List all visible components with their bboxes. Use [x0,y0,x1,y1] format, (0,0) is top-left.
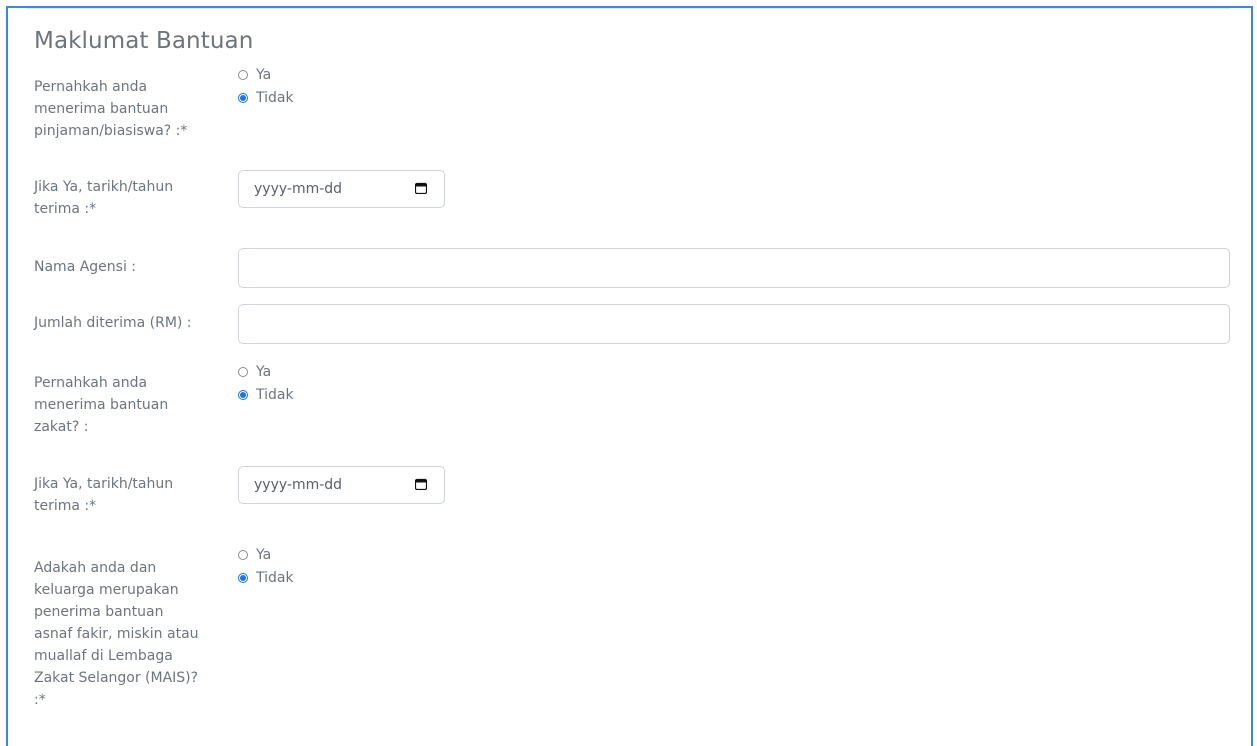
label-tarikh-2: Jika Ya, tarikh/tahun terima :* [34,476,174,514]
label-asnaf: Adakah anda dan keluarga merupakan pener… [34,560,199,708]
agensi-input[interactable] [238,248,1230,288]
date-input-2[interactable]: yyyy-mm-dd [238,466,445,504]
date-placeholder: yyyy-mm-dd [254,477,343,493]
radio-button-checked[interactable] [238,573,248,583]
label-pinjaman: Pernahkah anda menerima bantuan pinjaman… [34,79,188,139]
radio-button[interactable] [238,70,248,80]
radio-label: Tidak [256,90,294,106]
divider [26,8,1230,9]
radio-button[interactable] [238,550,248,560]
radio-button[interactable] [238,367,248,377]
radio-asnaf-ya[interactable]: Ya [238,547,294,563]
label-tarikh-1: Jika Ya, tarikh/tahun terima :* [34,179,174,217]
label-zakat: Pernahkah anda menerima bantuan zakat? : [34,375,169,435]
label-agensi: Nama Agensi : [34,259,137,275]
radio-asnaf-tidak[interactable]: Tidak [238,570,294,586]
radio-group-asnaf: Ya Tidak [238,547,294,593]
radio-button-checked[interactable] [238,93,248,103]
radio-label: Tidak [256,387,294,403]
calendar-icon[interactable] [415,182,427,194]
radio-pinjaman-tidak[interactable]: Tidak [238,90,294,106]
radio-label: Tidak [256,570,294,586]
date-placeholder: yyyy-mm-dd [254,181,343,197]
section-title: Maklumat Bantuan [34,28,254,54]
date-input-1[interactable]: yyyy-mm-dd [238,170,445,208]
radio-pinjaman-ya[interactable]: Ya [238,67,294,83]
radio-zakat-ya[interactable]: Ya [238,364,294,380]
radio-group-zakat: Ya Tidak [238,364,294,410]
label-jumlah: Jumlah diterima (RM) : [34,315,192,331]
radio-button-checked[interactable] [238,390,248,400]
radio-group-pinjaman: Ya Tidak [238,67,294,113]
radio-label: Ya [256,67,272,83]
radio-label: Ya [256,364,272,380]
radio-label: Ya [256,547,272,563]
radio-zakat-tidak[interactable]: Tidak [238,387,294,403]
calendar-icon[interactable] [415,478,427,490]
jumlah-input[interactable] [238,304,1230,344]
